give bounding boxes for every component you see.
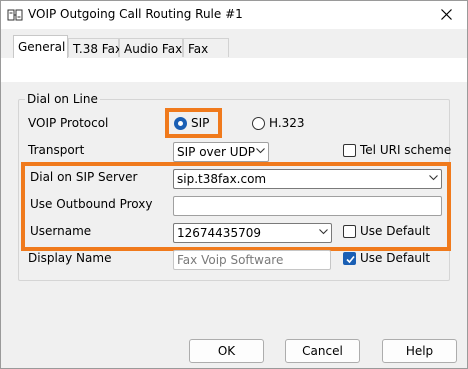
ok-button[interactable]: OK	[189, 339, 264, 363]
close-icon	[441, 9, 452, 20]
title-bar: VOIP Outgoing Call Routing Rule #1	[1, 1, 467, 29]
username-value: 12674435709	[177, 226, 261, 240]
dialog-window: VOIP Outgoing Call Routing Rule #1 T.38 …	[0, 0, 468, 369]
outbound-proxy-input[interactable]	[173, 196, 442, 216]
checkmark-icon	[346, 255, 355, 264]
tab-t38-fax[interactable]: T.38 Fax	[68, 38, 123, 57]
group-title: Dial on Line	[25, 92, 100, 106]
h323-radio-label[interactable]: H.323	[269, 116, 305, 130]
tel-uri-label[interactable]: Tel URI scheme	[360, 143, 451, 157]
display-name-use-default-label[interactable]: Use Default	[360, 251, 430, 265]
cancel-button[interactable]: Cancel	[285, 339, 360, 363]
tab-page-top	[1, 58, 467, 82]
username-select[interactable]: 12674435709	[173, 223, 332, 243]
display-name-input[interactable]: Fax Voip Software	[173, 250, 331, 270]
tab-general[interactable]: General	[13, 35, 68, 58]
outbound-proxy-label: Use Outbound Proxy	[30, 197, 153, 211]
transport-select[interactable]: SIP over UDP	[173, 142, 269, 162]
display-name-label: Display Name	[28, 251, 112, 265]
close-button[interactable]	[434, 5, 460, 25]
tab-label: Fax	[188, 42, 209, 56]
tab-fax[interactable]: Fax	[183, 38, 229, 57]
h323-radio[interactable]	[252, 117, 265, 130]
window-title: VOIP Outgoing Call Routing Rule #1	[28, 7, 243, 21]
username-use-default-label[interactable]: Use Default	[360, 224, 430, 238]
tab-label: T.38 Fax	[73, 42, 123, 56]
voip-protocol-label: VOIP Protocol	[28, 116, 109, 130]
username-use-default-checkbox[interactable]	[343, 225, 356, 238]
sip-server-label: Dial on SIP Server	[30, 170, 138, 184]
tel-uri-checkbox[interactable]	[343, 144, 356, 157]
display-name-use-default-checkbox[interactable]	[343, 252, 356, 265]
chevron-down-icon	[429, 175, 438, 181]
help-button[interactable]: Help	[382, 339, 457, 363]
display-name-value: Fax Voip Software	[177, 253, 284, 267]
transport-value: SIP over UDP	[177, 145, 256, 159]
sip-radio[interactable]	[174, 117, 187, 130]
tab-label: General	[18, 40, 66, 54]
chevron-down-icon	[319, 229, 328, 235]
tab-audio-fax[interactable]: Audio Fax	[119, 38, 183, 57]
transport-label: Transport	[28, 143, 85, 157]
chevron-down-icon	[256, 148, 265, 154]
sip-server-select[interactable]: sip.t38fax.com	[173, 169, 442, 189]
username-label: Username	[30, 224, 92, 238]
tab-label: Audio Fax	[124, 42, 183, 56]
app-icon	[7, 7, 23, 23]
sip-server-value: sip.t38fax.com	[177, 172, 267, 186]
sip-radio-label[interactable]: SIP	[191, 116, 209, 130]
